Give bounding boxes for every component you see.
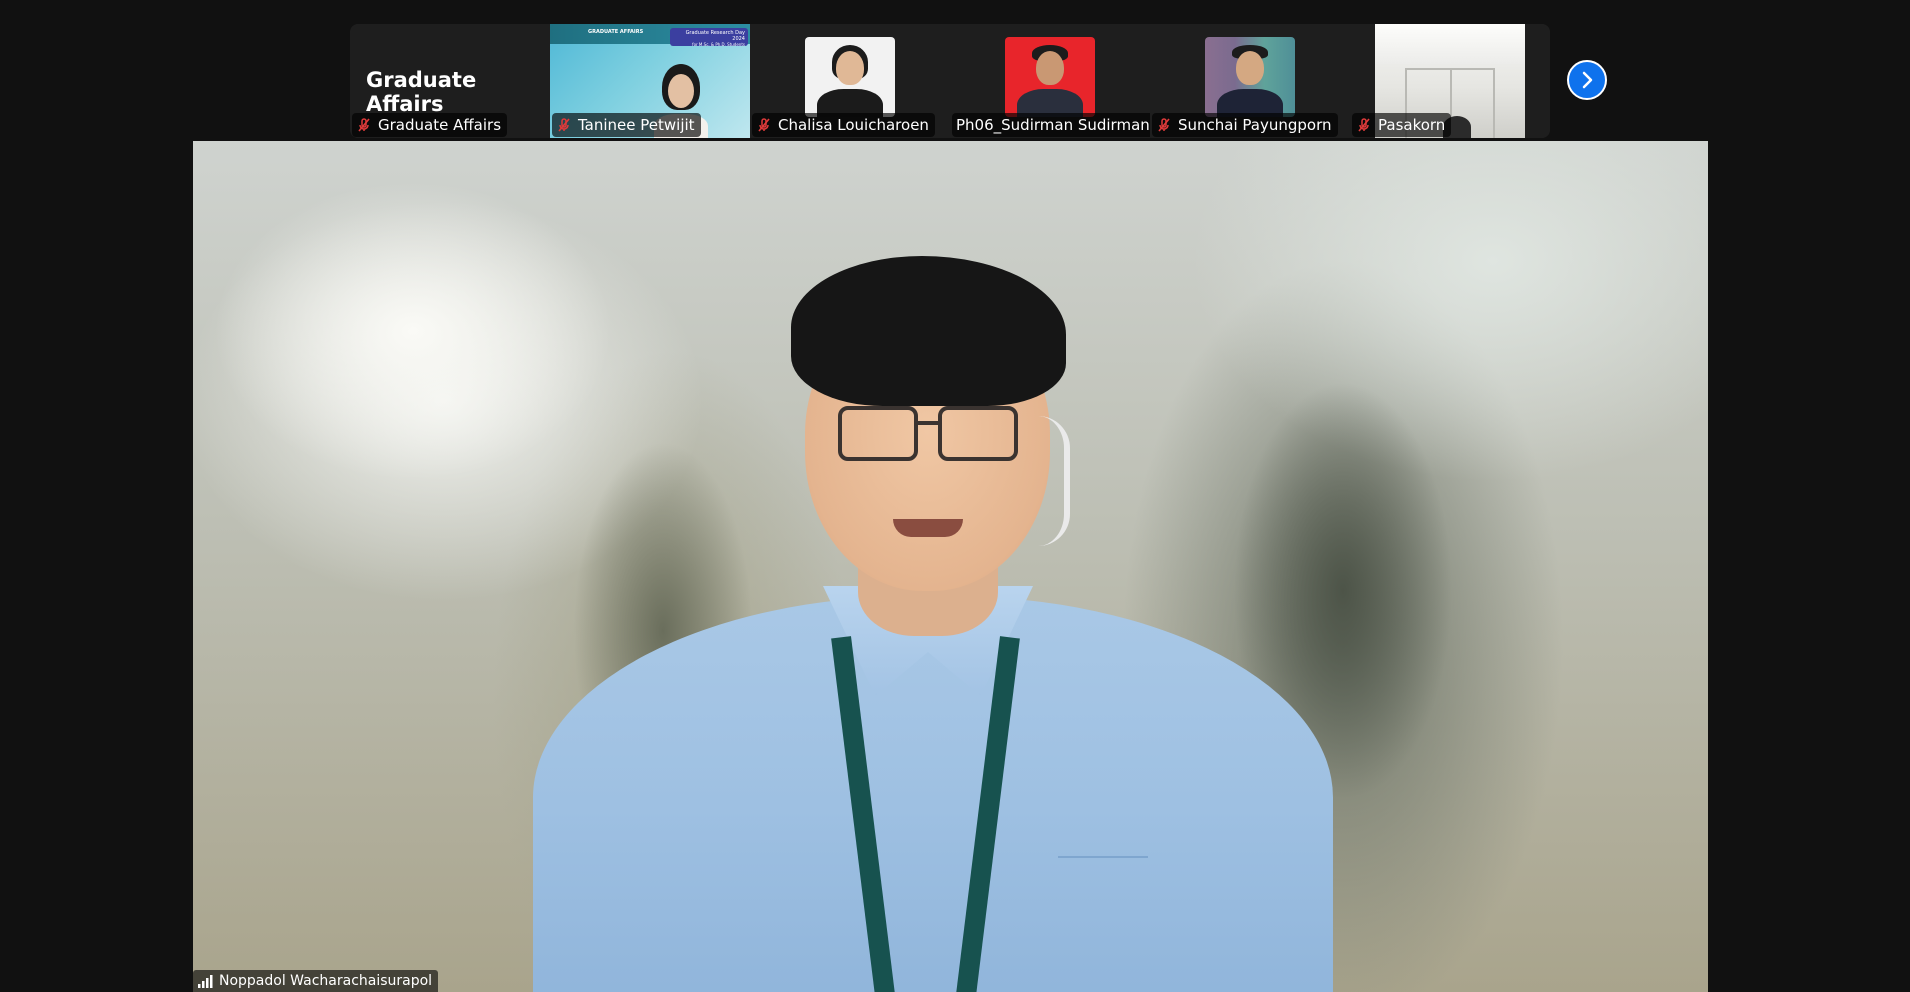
muted-mic-icon	[358, 118, 370, 132]
participant-display-name: Graduate Affairs	[366, 68, 477, 116]
muted-mic-icon	[1358, 118, 1370, 132]
participant-tile-sudirman[interactable]: Ph06_Sudirman Sudirman	[950, 24, 1150, 138]
slide-subtitle: for M.Sc. & Ph.D. Students	[692, 42, 745, 47]
participant-tile-pasakorn[interactable]: Pasakorn	[1350, 24, 1550, 138]
speaker-glasses-bridge	[916, 421, 940, 425]
muted-mic-icon	[1158, 118, 1170, 132]
speaker-name-tag: Noppadol Wacharachaisurapol	[193, 970, 439, 992]
speaker-figure	[533, 256, 1333, 992]
participant-tile-graduate-affairs[interactable]: Graduate Affairs Graduate Affairs	[350, 24, 550, 138]
participant-filmstrip: Graduate Affairs Graduate Affairs GRADUA…	[350, 24, 1550, 138]
participant-name: Pasakorn	[1378, 116, 1446, 134]
participant-avatar	[1205, 37, 1295, 117]
participant-name-tag: Ph06_Sudirman Sudirman	[952, 113, 1150, 137]
muted-mic-icon	[558, 118, 570, 132]
speaker-name: Noppadol Wacharachaisurapol	[219, 973, 433, 989]
participant-tile-chalisa[interactable]: Chalisa Louicharoen	[750, 24, 950, 138]
participant-name: Sunchai Payungporn	[1178, 116, 1332, 134]
next-page-button[interactable]	[1567, 60, 1607, 100]
participant-name: Chalisa Louicharoen	[778, 116, 929, 134]
muted-mic-icon	[758, 118, 770, 132]
chevron-right-icon	[1582, 71, 1593, 89]
slide-badge: GRADUATE AFFAIRS	[588, 29, 644, 35]
participant-name-tag: Pasakorn	[1352, 113, 1452, 137]
speaker-hair	[791, 256, 1066, 406]
participant-name: Taninee Petwijit	[578, 116, 695, 134]
participant-name-tag: Taninee Petwijit	[552, 113, 701, 137]
speaker-glasses-right	[938, 406, 1018, 461]
participant-name-tag: Sunchai Payungporn	[1152, 113, 1338, 137]
slide-title: Graduate Research Day 2024	[685, 30, 745, 42]
participant-tile-sunchai[interactable]: Sunchai Payungporn	[1150, 24, 1350, 138]
speaker-glasses-left	[838, 406, 918, 461]
signal-strength-icon	[198, 975, 213, 988]
participant-name: Ph06_Sudirman Sudirman	[956, 116, 1150, 134]
speaker-mouth	[893, 519, 963, 537]
participant-avatar	[805, 37, 895, 117]
speaker-headset	[1038, 416, 1070, 546]
participant-name: Graduate Affairs	[378, 116, 502, 134]
speaker-pocket	[1058, 856, 1148, 898]
participant-name-tag: Graduate Affairs	[352, 113, 508, 137]
participant-avatar	[1005, 37, 1095, 117]
participant-name-tag: Chalisa Louicharoen	[752, 113, 935, 137]
active-speaker-video	[193, 141, 1708, 992]
slide-title-box: Graduate Research Day 2024 for M.Sc. & P…	[670, 28, 748, 47]
participant-tile-taninee[interactable]: GRADUATE AFFAIRS Graduate Research Day 2…	[550, 24, 750, 138]
